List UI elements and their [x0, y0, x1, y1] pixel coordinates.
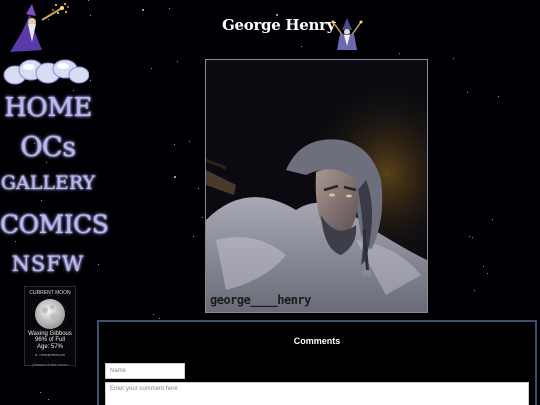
nav-home-link[interactable]: HOME	[0, 93, 96, 123]
moon-illumination-text: 96% of Full	[34, 337, 65, 343]
cloud-icon	[3, 59, 89, 85]
comments-panel: Comments	[97, 320, 537, 405]
star-dot	[492, 219, 493, 220]
star-dot	[399, 53, 400, 54]
artwork-frame: george____henry	[205, 59, 428, 313]
star-dot	[498, 96, 499, 97]
nav-comics-link[interactable]: COMICS	[0, 210, 109, 239]
comment-textarea[interactable]	[105, 382, 529, 405]
nav-nsfw-link[interactable]: NSFW	[0, 252, 96, 276]
star-dot	[467, 92, 468, 93]
moon-age-text: Age: 57%	[36, 344, 64, 350]
star-dot	[98, 264, 99, 265]
star-dot	[483, 266, 484, 267]
star-dot	[472, 237, 473, 238]
wizard-icon	[331, 18, 363, 50]
character-portrait	[206, 60, 427, 312]
sidebar: HOME OCs GALLERY COMICS NSFW CURRENT MOO…	[0, 0, 109, 405]
star-dot	[174, 176, 176, 178]
star-dot	[142, 9, 144, 11]
moon-icon	[35, 299, 66, 329]
star-dot	[198, 188, 199, 189]
moon-credit-link[interactable]: phases of the moon	[25, 362, 75, 367]
name-input[interactable]	[105, 363, 185, 379]
star-dot	[453, 58, 454, 59]
star-dot	[474, 290, 475, 291]
star-dot	[151, 68, 152, 69]
star-dot	[189, 141, 190, 142]
star-dot	[301, 46, 302, 47]
moon-phase-widget[interactable]: CURRENT MOON Waxing Gibbous 96% of Full …	[24, 286, 76, 367]
star-dot	[469, 236, 470, 237]
star-dot	[174, 144, 175, 145]
star-dot	[202, 217, 203, 218]
wizard-icon	[10, 3, 69, 52]
star-dot	[487, 273, 488, 274]
star-dot	[153, 314, 154, 315]
nav-ocs-link[interactable]: OCs	[0, 132, 96, 163]
star-dot	[177, 61, 178, 62]
nav-gallery-link[interactable]: GALLERY	[0, 172, 96, 194]
artwork-signature: george____henry	[210, 293, 311, 307]
comments-title: Comments	[293, 336, 341, 346]
page-title: George Henry	[222, 16, 336, 34]
star-dot	[193, 236, 194, 237]
star-dot	[159, 318, 160, 319]
star-dot	[169, 8, 170, 9]
moon-small-text: a. nineamemoon	[35, 352, 65, 357]
moon-widget-title: CURRENT MOON	[29, 290, 71, 296]
